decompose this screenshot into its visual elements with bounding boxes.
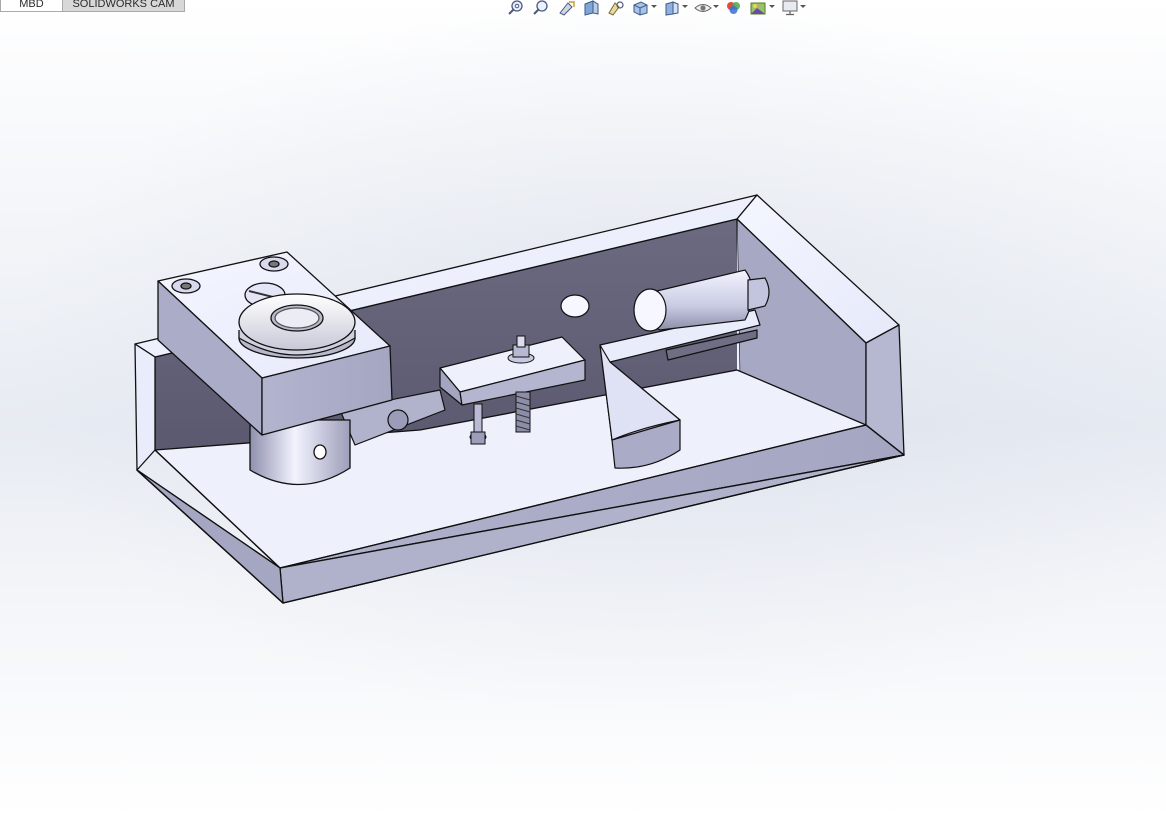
- edit-appearance-button[interactable]: [724, 0, 744, 16]
- dynamic-annotation-views-button[interactable]: [606, 0, 626, 16]
- display-style-button[interactable]: [662, 0, 688, 16]
- display-style-icon: [665, 1, 679, 16]
- spring: [515, 391, 531, 433]
- view-settings-icon: [782, 0, 798, 16]
- hide-show-items-button[interactable]: [693, 0, 719, 16]
- zoom-to-fit-icon: [508, 0, 523, 15]
- view-settings-button[interactable]: [780, 0, 806, 16]
- chevron-down-icon: [682, 5, 688, 8]
- section-view-button[interactable]: [581, 0, 601, 16]
- previous-view-button[interactable]: [556, 0, 576, 16]
- previous-view-icon: [559, 1, 575, 16]
- hide-show-items-icon: [694, 4, 712, 12]
- heads-up-view-toolbar: [506, 0, 806, 16]
- model-view[interactable]: [0, 0, 1166, 819]
- zoom-to-fit-button[interactable]: [506, 0, 526, 16]
- apply-scene-icon: [750, 2, 766, 15]
- dynamic-annotation-views-icon: [608, 1, 624, 16]
- bottom-tabs: MBD SOLIDWORKS CAM: [0, 0, 185, 12]
- tab-solidworks-cam[interactable]: SOLIDWORKS CAM: [63, 0, 185, 12]
- tab-mbd[interactable]: MBD: [0, 0, 63, 12]
- view-orientation-button[interactable]: [631, 0, 657, 16]
- zoom-to-area-button[interactable]: [531, 0, 551, 16]
- apply-scene-button[interactable]: [749, 0, 775, 16]
- zoom-to-area-icon: [533, 0, 548, 15]
- chevron-down-icon: [800, 5, 806, 8]
- view-orientation-icon: [633, 1, 648, 16]
- chevron-down-icon: [651, 5, 657, 8]
- chevron-down-icon: [713, 5, 719, 8]
- section-view-icon: [584, 0, 599, 16]
- edit-appearance-icon: [727, 2, 740, 14]
- chevron-down-icon: [769, 5, 775, 8]
